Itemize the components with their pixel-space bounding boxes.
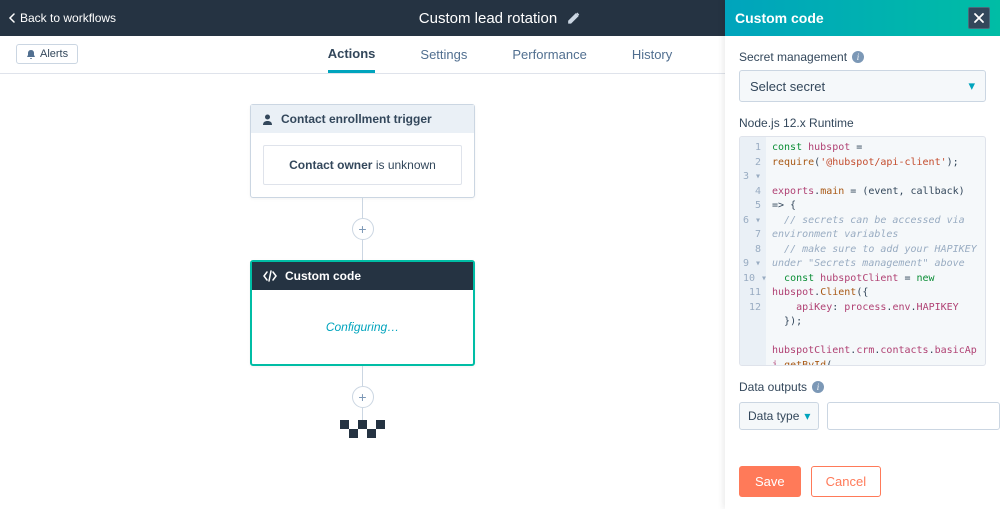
pencil-icon — [567, 11, 581, 25]
custom-code-card-title: Custom code — [285, 269, 361, 283]
cancel-button[interactable]: Cancel — [811, 466, 881, 497]
close-icon — [973, 12, 985, 24]
custom-code-panel: Custom code Secret management i Select s… — [725, 0, 1000, 509]
outputs-section-label: Data outputs i — [739, 380, 986, 394]
secret-label-text: Secret management — [739, 50, 847, 64]
code-gutter: 1 2 3 ▾ 4 5 6 ▾ 7 8 9 ▾ 10 ▾ 11 12 — [740, 137, 766, 365]
code-content[interactable]: const hubspot = require('@hubspot/api-cl… — [766, 137, 985, 365]
trigger-card-title: Contact enrollment trigger — [281, 112, 432, 126]
info-icon[interactable]: i — [852, 51, 864, 63]
panel-footer: Save Cancel — [725, 454, 1000, 509]
custom-code-card-header: Custom code — [252, 262, 473, 290]
close-panel-button[interactable] — [968, 7, 990, 29]
panel-body: Secret management i Select secret ▾ Node… — [725, 36, 1000, 454]
outputs-label-text: Data outputs — [739, 380, 807, 394]
connector-line — [362, 198, 363, 218]
workflow-title: Custom lead rotation — [419, 10, 557, 27]
chevron-left-icon — [8, 13, 16, 23]
contact-icon — [261, 113, 274, 126]
chevron-down-icon: ▾ — [804, 409, 810, 423]
secret-select[interactable]: Select secret ▾ — [739, 70, 986, 102]
connector-line — [362, 240, 363, 260]
tab-performance[interactable]: Performance — [512, 38, 586, 71]
trigger-card-header: Contact enrollment trigger — [251, 105, 474, 133]
data-type-label: Data type — [748, 409, 799, 423]
tab-history[interactable]: History — [632, 38, 672, 71]
secret-section-label: Secret management i — [739, 50, 986, 64]
info-icon[interactable]: i — [812, 381, 824, 393]
data-type-select[interactable]: Data type ▾ — [739, 402, 819, 430]
alerts-button[interactable]: Alerts — [16, 44, 78, 64]
alerts-label: Alerts — [40, 48, 68, 60]
add-step-button[interactable]: + — [352, 386, 374, 408]
panel-header: Custom code — [725, 0, 1000, 36]
code-editor[interactable]: 1 2 3 ▾ 4 5 6 ▾ 7 8 9 ▾ 10 ▾ 11 12 const… — [739, 136, 986, 366]
chevron-down-icon: ▾ — [968, 78, 975, 94]
workflow-flow: Contact enrollment trigger Contact owner… — [223, 104, 503, 438]
code-icon — [262, 270, 278, 282]
trigger-condition-field: Contact owner — [289, 158, 372, 172]
edit-title-button[interactable] — [567, 11, 581, 25]
custom-code-card[interactable]: Custom code Configuring… — [250, 260, 475, 366]
save-button[interactable]: Save — [739, 466, 801, 497]
custom-code-card-status: Configuring… — [252, 290, 473, 364]
back-to-workflows-link[interactable]: Back to workflows — [8, 11, 116, 25]
connector-line — [362, 408, 363, 420]
trigger-card-body: Contact owner is unknown — [251, 133, 474, 197]
outputs-row: Data type ▾ — [739, 402, 986, 430]
workflow-canvas[interactable]: Contact enrollment trigger Contact owner… — [0, 74, 725, 509]
connector-line — [362, 366, 363, 386]
workflow-title-container: Custom lead rotation — [419, 10, 581, 27]
add-step-button[interactable]: + — [352, 218, 374, 240]
bell-icon — [26, 49, 36, 60]
panel-title: Custom code — [735, 10, 824, 26]
trigger-card[interactable]: Contact enrollment trigger Contact owner… — [250, 104, 475, 198]
tab-settings[interactable]: Settings — [420, 38, 467, 71]
secret-select-value: Select secret — [750, 79, 825, 94]
workflow-end-icon — [340, 420, 385, 438]
back-link-label: Back to workflows — [20, 11, 116, 25]
tab-actions[interactable]: Actions — [328, 37, 376, 73]
trigger-condition-rest: is unknown — [372, 158, 435, 172]
output-name-input[interactable] — [827, 402, 1000, 430]
runtime-label: Node.js 12.x Runtime — [739, 116, 986, 130]
